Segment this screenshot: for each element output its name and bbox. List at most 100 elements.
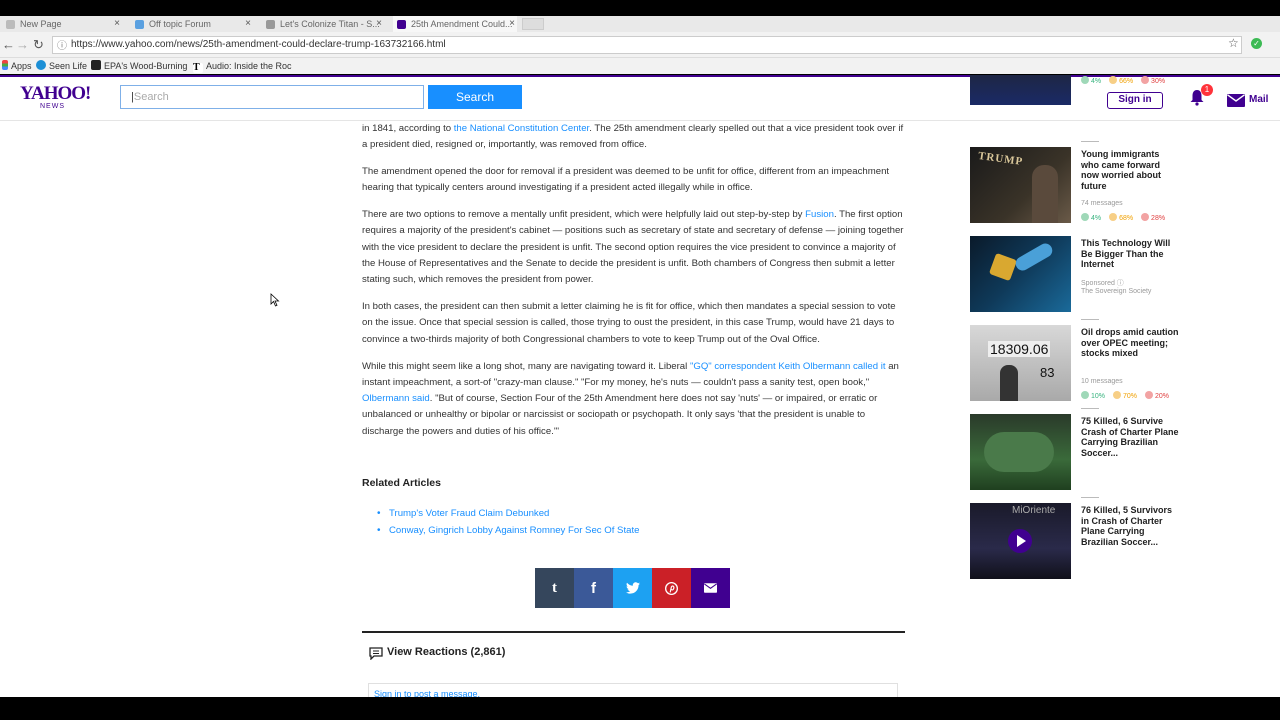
google-icon xyxy=(266,20,275,29)
sidebar-story[interactable]: TRUMP Young immigrants who came forward … xyxy=(970,141,1180,223)
close-icon[interactable]: × xyxy=(376,16,382,32)
story-thumbnail xyxy=(970,414,1071,490)
story-title[interactable]: 75 Killed, 6 Survive Crash of Charter Pl… xyxy=(1081,416,1179,458)
browser-toolbar: ← → ↻ ⓘ https://www.yahoo.com/news/25th-… xyxy=(0,32,1280,58)
tumblr-icon: t xyxy=(552,579,557,596)
video-thumbnail: MiOriente xyxy=(970,503,1071,579)
comments-divider xyxy=(362,631,905,633)
mail-icon[interactable] xyxy=(1227,94,1245,107)
sign-in-prompt[interactable]: Sign in to post a message. xyxy=(374,689,480,697)
article-body: in 1841, according to the National Const… xyxy=(362,121,906,451)
close-icon[interactable]: × xyxy=(114,16,120,32)
sidebar-story[interactable]: 75 Killed, 6 Survive Crash of Charter Pl… xyxy=(970,408,1180,490)
new-tab-button[interactable] xyxy=(522,18,544,30)
taskbar xyxy=(0,697,1280,720)
sidebar-video-story[interactable]: MiOriente 76 Killed, 5 Survivors in Cras… xyxy=(970,497,1180,579)
comment-icon xyxy=(369,647,383,660)
building-sign: TRUMP xyxy=(977,149,1024,169)
apps-icon xyxy=(2,60,8,70)
pinterest-icon xyxy=(665,581,678,595)
address-bar[interactable]: ⓘ https://www.yahoo.com/news/25th-amendm… xyxy=(52,36,1242,54)
tab-new-page[interactable]: New Page × xyxy=(2,16,122,32)
web-page: YAHOO! NEWS |Search Search Sign in 1 Mai… xyxy=(0,75,1280,697)
info-icon: ⓘ xyxy=(57,41,67,52)
close-icon[interactable]: × xyxy=(245,16,251,32)
bookmark-seen-life[interactable]: Seen Life xyxy=(36,60,87,72)
mail-link[interactable]: Mail xyxy=(1249,94,1268,105)
tab-label: 25th Amendment Could... xyxy=(411,19,513,29)
bookmark-star-icon[interactable]: ☆ xyxy=(1228,36,1239,50)
seen-life-icon xyxy=(36,60,46,70)
bookmark-epa[interactable]: EPA's Wood-Burning xyxy=(91,60,187,72)
bookmarks-bar: Apps Seen Life EPA's Wood-Burning T Audio… xyxy=(0,58,1280,74)
tumblr-share-button[interactable]: t xyxy=(535,568,574,608)
sidebar-story[interactable]: 4% 66% 30% xyxy=(970,75,1180,105)
bookmark-audio[interactable]: T Audio: Inside the Roc xyxy=(193,60,292,73)
close-icon[interactable]: × xyxy=(509,16,515,32)
related-articles-list: Trump's Voter Fraud Claim Debunked Conwa… xyxy=(376,506,639,539)
tab-colonize-titan[interactable]: Let's Colonize Titan - S... × xyxy=(262,16,384,32)
url-text: https://www.yahoo.com/news/25th-amendmen… xyxy=(71,39,446,50)
search-button[interactable]: Search xyxy=(428,85,522,109)
sponsored-label: Sponsored ⓘ xyxy=(1081,280,1124,287)
page-icon xyxy=(6,20,15,29)
related-article-link[interactable]: Conway, Gingrich Lobby Against Romney Fo… xyxy=(376,523,639,540)
article-paragraph: In both cases, the president can then su… xyxy=(362,301,896,345)
view-reactions-button[interactable]: View Reactions (2,861) xyxy=(387,646,505,658)
mouse-cursor-icon xyxy=(270,293,280,307)
story-title[interactable]: Young immigrants who came forward now wo… xyxy=(1081,149,1179,191)
tab-label: Let's Colonize Titan - S... xyxy=(280,19,380,29)
reaction-stats: 10% 70% 20% xyxy=(1081,391,1175,400)
tab-label: New Page xyxy=(20,19,62,29)
story-title[interactable]: 76 Killed, 5 Survivors in Crash of Chart… xyxy=(1081,505,1179,547)
message-count: 10 messages xyxy=(1081,378,1123,385)
envelope-icon xyxy=(704,583,717,593)
f-icon xyxy=(91,60,101,70)
reload-icon[interactable]: ↻ xyxy=(33,37,44,53)
story-title[interactable]: This Technology Will Be Bigger Than the … xyxy=(1081,238,1179,270)
related-article-link[interactable]: Trump's Voter Fraud Claim Debunked xyxy=(376,506,639,523)
news-label: NEWS xyxy=(40,103,65,110)
article-paragraph: While this might seem like a long shot, … xyxy=(362,360,899,437)
bookmark-apps[interactable]: Apps xyxy=(2,60,32,72)
yahoo-icon xyxy=(397,20,406,29)
story-thumbnail xyxy=(970,236,1071,312)
email-share-button[interactable] xyxy=(691,568,730,608)
facebook-icon: f xyxy=(591,579,596,597)
reaction-stats: 4% 66% 30% xyxy=(1081,76,1171,85)
sidebar-story[interactable]: 18309.06 83 Oil drops amid caution over … xyxy=(970,319,1180,401)
pinterest-share-button[interactable] xyxy=(652,568,691,608)
tab-strip: New Page × Off topic Forum × Let's Colon… xyxy=(0,16,1280,32)
olbermann-said-link[interactable]: Olbermann said xyxy=(362,393,430,404)
story-thumbnail: 18309.06 83 xyxy=(970,325,1071,401)
twitter-share-button[interactable] xyxy=(613,568,652,608)
back-icon[interactable]: ← xyxy=(2,37,15,52)
forum-icon xyxy=(135,20,144,29)
tab-off-topic-forum[interactable]: Off topic Forum × xyxy=(131,16,253,32)
search-input[interactable]: |Search xyxy=(120,85,424,109)
play-icon[interactable] xyxy=(1008,529,1032,553)
sponsor-name: The Sovereign Society xyxy=(1081,288,1152,295)
extension-check-icon[interactable]: ✓ xyxy=(1251,38,1262,49)
notification-badge: 1 xyxy=(1201,84,1213,96)
article-paragraph: The amendment opened the door for remova… xyxy=(362,166,890,194)
story-title[interactable]: Oil drops amid caution over OPEC meeting… xyxy=(1081,327,1179,359)
fusion-link[interactable]: Fusion xyxy=(805,209,834,220)
tab-label: Off topic Forum xyxy=(149,19,211,29)
tab-25th-amendment[interactable]: 25th Amendment Could... × xyxy=(393,16,517,32)
comment-input[interactable]: Sign in to post a message. xyxy=(368,683,898,697)
article-paragraph: in 1841, according to the National Const… xyxy=(362,123,904,151)
yahoo-logo[interactable]: YAHOO! xyxy=(20,84,91,103)
story-thumbnail xyxy=(970,75,1071,105)
message-count: 74 messages xyxy=(1081,200,1123,207)
story-thumbnail: TRUMP xyxy=(970,147,1071,223)
sidebar-sponsored-story[interactable]: This Technology Will Be Bigger Than the … xyxy=(970,236,1180,312)
browser-window: { "tabs": [ {"title": "New Page", "color… xyxy=(0,0,1280,720)
forward-icon[interactable]: → xyxy=(16,37,29,52)
twitter-icon xyxy=(625,582,640,594)
related-articles-heading: Related Articles xyxy=(362,477,441,489)
facebook-share-button[interactable]: f xyxy=(574,568,613,608)
constitution-center-link[interactable]: the National Constitution Center xyxy=(454,123,589,134)
article-paragraph: There are two options to remove a mental… xyxy=(362,209,904,286)
gq-olbermann-link[interactable]: "GQ" correspondent Keith Olbermann calle… xyxy=(690,361,886,372)
